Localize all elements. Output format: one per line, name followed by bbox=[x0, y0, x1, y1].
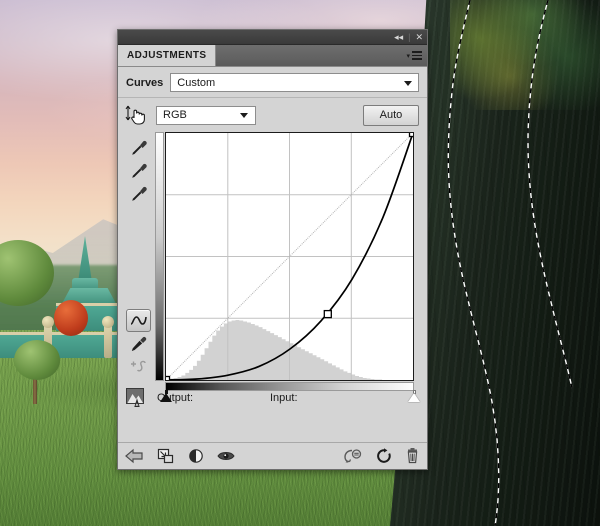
auto-button-label: Auto bbox=[379, 109, 403, 121]
curve-control-point[interactable] bbox=[161, 375, 171, 385]
chevron-down-icon bbox=[240, 113, 248, 118]
panel-menu-icon[interactable] bbox=[412, 51, 422, 60]
tree-small-canopy bbox=[14, 340, 60, 380]
output-gradient-bar bbox=[155, 132, 164, 381]
panel-tabbar: ADJUSTMENTS ▾ bbox=[118, 45, 427, 67]
clip-to-layer-button[interactable] bbox=[157, 448, 175, 464]
tab-adjustments[interactable]: ADJUSTMENTS bbox=[118, 45, 217, 66]
white-point-eyedropper[interactable] bbox=[130, 182, 148, 205]
preset-row: Curves Custom bbox=[118, 67, 427, 98]
close-icon[interactable]: ✕ bbox=[415, 32, 423, 42]
collapse-panel-icon[interactable]: ◂◂ bbox=[394, 32, 403, 42]
wall-post-ball-2 bbox=[102, 316, 114, 328]
auto-button[interactable]: Auto bbox=[363, 104, 419, 126]
adjustments-panel[interactable]: ◂◂ | ✕ ADJUSTMENTS ▾ Curves Custom RGB A… bbox=[117, 29, 428, 470]
input-label: Input: bbox=[270, 391, 298, 404]
white-point-slider[interactable] bbox=[408, 393, 420, 402]
tab-adjustments-label: ADJUSTMENTS bbox=[127, 50, 207, 61]
black-point-eyedropper[interactable] bbox=[130, 136, 148, 159]
titlebar-separator: | bbox=[408, 32, 411, 42]
panel-titlebar[interactable]: ◂◂ | ✕ bbox=[118, 30, 427, 45]
channel-row: RGB Auto bbox=[118, 98, 427, 132]
curves-plot-area[interactable] bbox=[161, 128, 418, 385]
gray-point-eyedropper[interactable] bbox=[130, 159, 148, 182]
curve-point-tool[interactable] bbox=[126, 309, 151, 332]
delete-adjustment-layer-button[interactable] bbox=[405, 448, 420, 464]
foreground-tree-foliage bbox=[450, 0, 600, 110]
curve-control-point[interactable] bbox=[323, 309, 332, 319]
curve-control-point[interactable] bbox=[408, 128, 418, 138]
photoshop-document-canvas[interactable]: ◂◂ | ✕ ADJUSTMENTS ▾ Curves Custom RGB A… bbox=[0, 0, 600, 526]
reset-adjustment-button[interactable] bbox=[376, 448, 392, 464]
smooth-curve-tool[interactable] bbox=[129, 355, 149, 378]
black-point-slider[interactable] bbox=[160, 393, 172, 402]
mask-view-button[interactable] bbox=[343, 448, 363, 464]
on-image-adjust-hand-icon[interactable] bbox=[124, 104, 148, 126]
clipping-warning-icon[interactable] bbox=[126, 388, 148, 407]
adjustment-type-label: Curves bbox=[126, 76, 164, 89]
preset-dropdown-value: Custom bbox=[177, 76, 216, 89]
wall-post-ball-1 bbox=[42, 316, 54, 328]
curves-plot-svg[interactable] bbox=[161, 128, 418, 385]
curves-tool-column bbox=[122, 132, 155, 378]
channel-dropdown-value: RGB bbox=[163, 109, 187, 121]
return-to-adjustment-list-button[interactable] bbox=[125, 448, 144, 464]
curves-graph-block bbox=[118, 128, 427, 402]
preview-eye-button[interactable] bbox=[217, 449, 235, 463]
panel-tabbar-filler: ▾ bbox=[216, 45, 427, 66]
channel-dropdown[interactable]: RGB bbox=[156, 105, 256, 125]
red-tree-left bbox=[54, 300, 88, 336]
chevron-down-icon[interactable]: ▾ bbox=[406, 52, 410, 60]
pencil-tool[interactable] bbox=[130, 332, 148, 355]
chevron-down-icon bbox=[404, 80, 412, 86]
toggle-layer-visibility-button[interactable] bbox=[188, 448, 204, 464]
preset-dropdown[interactable]: Custom bbox=[170, 73, 419, 92]
input-gradient-bar bbox=[165, 382, 414, 391]
panel-footer bbox=[118, 442, 427, 469]
output-label: Output: bbox=[157, 391, 194, 404]
